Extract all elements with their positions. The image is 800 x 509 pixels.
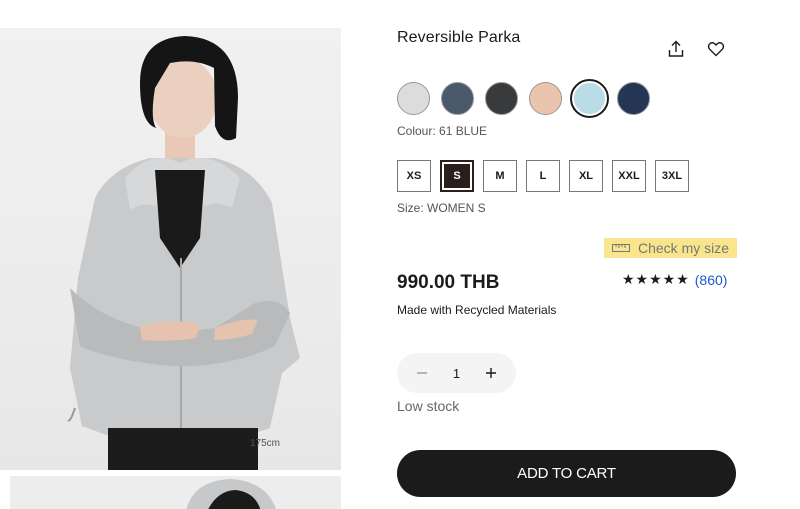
colour-swatch-light-gray[interactable] xyxy=(397,82,430,115)
size-option-s[interactable]: S xyxy=(440,160,474,192)
recycled-materials-note: Made with Recycled Materials xyxy=(397,303,557,317)
model-size-caption: 175cm xyxy=(250,438,281,449)
model-illustration xyxy=(67,36,300,470)
product-title: Reversible Parka xyxy=(397,29,521,46)
check-my-size-label: Check my size xyxy=(638,240,730,256)
model-illustration-hood xyxy=(186,479,276,509)
size-option-xl[interactable]: XL xyxy=(569,160,603,192)
size-label: Size: WOMEN S xyxy=(397,201,486,215)
quantity-value[interactable]: 1 xyxy=(453,366,460,381)
stock-status: Low stock xyxy=(397,398,460,414)
size-options: XS S M L XL XXL 3XL xyxy=(397,160,689,192)
size-option-xxl[interactable]: XXL xyxy=(612,160,646,192)
add-to-cart-button[interactable]: ADD TO CART xyxy=(397,450,736,497)
quantity-stepper: 1 xyxy=(397,353,516,393)
colour-label: Colour: 61 BLUE xyxy=(397,124,488,138)
ruler-icon xyxy=(612,244,630,252)
colour-swatch-beige[interactable] xyxy=(529,82,562,115)
minus-icon[interactable] xyxy=(413,364,431,382)
size-option-m[interactable]: M xyxy=(483,160,517,192)
rating-stars: ★★★★★ xyxy=(622,271,690,287)
share-icon[interactable] xyxy=(665,38,687,60)
colour-swatch-charcoal[interactable] xyxy=(485,82,518,115)
heart-icon[interactable] xyxy=(705,38,727,60)
size-option-xs[interactable]: XS xyxy=(397,160,431,192)
colour-swatch-light-blue[interactable] xyxy=(570,79,609,118)
product-image-main[interactable]: 175cm xyxy=(0,28,341,470)
rating[interactable]: ★★★★★ (860) xyxy=(622,271,727,288)
check-my-size-button[interactable]: Check my size xyxy=(604,238,737,258)
review-count-link[interactable]: (860) xyxy=(695,272,728,288)
size-option-3xl[interactable]: 3XL xyxy=(655,160,689,192)
price: 990.00 THB xyxy=(397,272,500,293)
size-option-l[interactable]: L xyxy=(526,160,560,192)
colour-swatches xyxy=(397,79,650,118)
colour-swatch-navy[interactable] xyxy=(617,82,650,115)
colour-swatch-slate-blue[interactable] xyxy=(441,82,474,115)
product-image-second[interactable] xyxy=(10,476,341,509)
plus-icon[interactable] xyxy=(482,364,500,382)
